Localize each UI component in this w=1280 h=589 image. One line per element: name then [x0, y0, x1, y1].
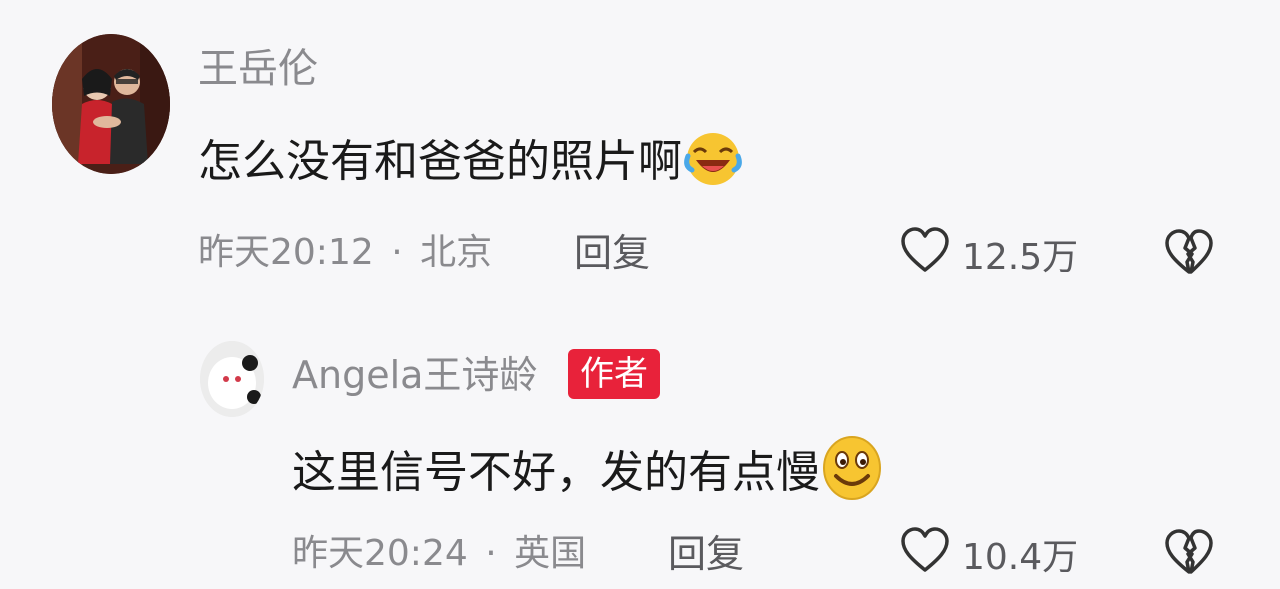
comment-author[interactable]: 王岳伦 — [198, 44, 318, 94]
comment-author[interactable]: Angela王诗龄 — [292, 350, 537, 400]
smiling-emoji-icon — [820, 434, 884, 516]
comment-meta: 昨天20:12 · 北京 — [198, 229, 492, 277]
dislike-button[interactable] — [1164, 226, 1214, 282]
like-count: 10.4万 — [962, 536, 1079, 578]
comment-text: 这里信号不好，发的有点慢 — [292, 434, 884, 516]
meta-separator: · — [485, 533, 497, 574]
comment-location: 北京 — [420, 232, 493, 273]
avatar-photo — [200, 341, 264, 417]
reply-button[interactable]: 回复 — [574, 229, 650, 277]
heart-icon — [900, 526, 950, 589]
broken-heart-icon — [1164, 529, 1214, 582]
reply-button[interactable]: 回复 — [668, 530, 744, 578]
comment-text-content: 这里信号不好，发的有点慢 — [292, 447, 820, 498]
avatar[interactable] — [200, 341, 264, 417]
comment-location: 英国 — [514, 533, 587, 574]
avatar[interactable] — [52, 34, 170, 174]
meta-separator: · — [391, 232, 403, 273]
like-button[interactable]: 10.4万 — [900, 526, 1078, 589]
author-badge: 作者 — [568, 349, 660, 399]
comment-time: 昨天20:12 — [198, 232, 374, 273]
broken-heart-icon — [1164, 229, 1214, 282]
comment-meta: 昨天20:24 · 英国 — [292, 530, 586, 578]
comment-text: 怎么没有和爸爸的照片啊 — [198, 126, 744, 202]
comment-text-content: 怎么没有和爸爸的照片啊 — [198, 136, 682, 187]
comment-time: 昨天20:24 — [292, 533, 468, 574]
heart-icon — [900, 226, 950, 289]
avatar-photo — [52, 34, 170, 174]
laughing-tears-emoji-icon — [682, 126, 744, 202]
dislike-button[interactable] — [1164, 526, 1214, 582]
like-count: 12.5万 — [962, 236, 1079, 278]
like-button[interactable]: 12.5万 — [900, 226, 1078, 289]
